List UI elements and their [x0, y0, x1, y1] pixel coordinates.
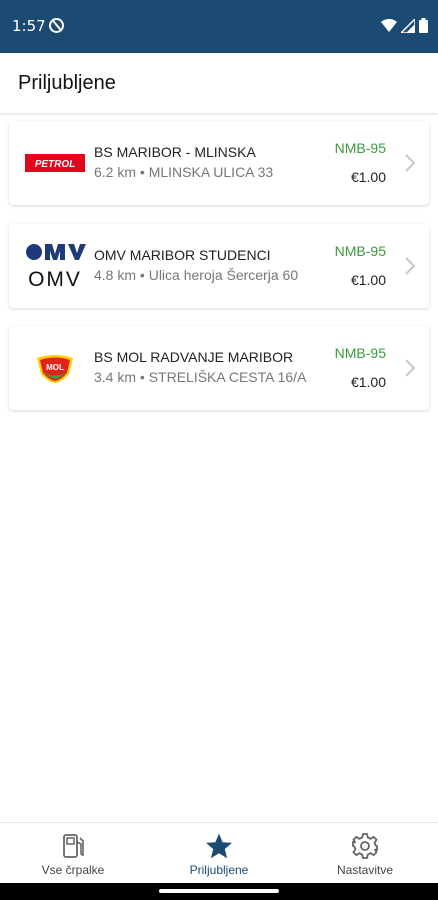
fuel-type: NMB-95	[334, 243, 386, 259]
omv-logo: OMV	[23, 242, 87, 290]
status-bar: 1:57	[0, 0, 438, 53]
status-time: 1:57	[12, 17, 46, 35]
chevron-right-icon	[405, 257, 416, 275]
page-title: Priljubljene	[18, 72, 116, 94]
svg-text:MOL: MOL	[46, 363, 64, 372]
app-bar: Priljubljene	[0, 53, 438, 113]
station-name: BS MARIBOR - MLINSKA	[94, 144, 256, 160]
wifi-icon	[381, 18, 397, 32]
station-distance: 6.2 km	[94, 164, 137, 180]
petrol-logo: PETROL	[23, 139, 87, 187]
fuel-pump-icon	[63, 834, 84, 858]
station-distance: 3.4 km	[94, 369, 137, 385]
star-icon	[206, 833, 232, 859]
meta-separator: •	[136, 164, 149, 180]
nav-item-favorites[interactable]: Priljubljene	[146, 823, 292, 884]
nav-label: Vse črpalke	[41, 863, 105, 877]
nav-item-settings[interactable]: Nastavitve	[292, 823, 438, 884]
meta-separator: •	[136, 267, 149, 283]
home-handle[interactable]	[159, 889, 279, 893]
station-name: BS MOL RADVANJE MARIBOR	[94, 349, 294, 365]
fuel-price: €1.00	[350, 272, 386, 288]
station-address: Ulica heroja Šercerja 60	[148, 267, 299, 283]
status-icons	[381, 18, 428, 33]
nav-item-all-stations[interactable]: Vse črpalke	[0, 823, 146, 884]
gear-icon	[352, 833, 378, 859]
chevron-right-icon	[405, 359, 416, 377]
gesture-bar	[0, 883, 438, 900]
station-card-petrol[interactable]: PETROL BS MARIBOR - MLINSKA 6.2 km • MLI…	[9, 121, 429, 205]
nav-label: Priljubljene	[189, 863, 249, 877]
chevron-right-icon	[405, 154, 416, 172]
station-meta: 3.4 km • STRELIŠKA CESTA 16/A	[94, 369, 306, 385]
fuel-price: €1.00	[350, 169, 386, 185]
signal-icon	[401, 18, 415, 33]
meta-separator: •	[136, 369, 149, 385]
station-address: STRELIŠKA CESTA 16/A	[148, 369, 307, 385]
do-not-disturb-icon	[49, 18, 64, 33]
station-card-omv[interactable]: OMV OMV MARIBOR STUDENCI 4.8 km • Ulica …	[9, 224, 429, 308]
fuel-price: €1.00	[350, 374, 386, 390]
station-meta: 6.2 km • MLINSKA ULICA 33	[94, 164, 273, 180]
nav-label: Nastavitve	[336, 863, 394, 877]
svg-text:OMV: OMV	[28, 268, 82, 290]
station-card-mol[interactable]: MOL BS MOL RADVANJE MARIBOR 3.4 km • STR…	[9, 326, 429, 410]
station-distance: 4.8 km	[94, 267, 137, 283]
station-address: MLINSKA ULICA 33	[148, 164, 274, 180]
station-meta: 4.8 km • Ulica heroja Šercerja 60	[94, 267, 298, 283]
station-name: OMV MARIBOR STUDENCI	[94, 247, 271, 263]
fuel-type: NMB-95	[334, 140, 386, 156]
battery-icon	[419, 18, 428, 33]
fuel-type: NMB-95	[334, 345, 386, 361]
bottom-nav: Vse črpalke Priljubljene Nastavitve	[0, 822, 438, 883]
mol-logo: MOL	[23, 344, 87, 392]
svg-text:PETROL: PETROL	[35, 159, 76, 170]
